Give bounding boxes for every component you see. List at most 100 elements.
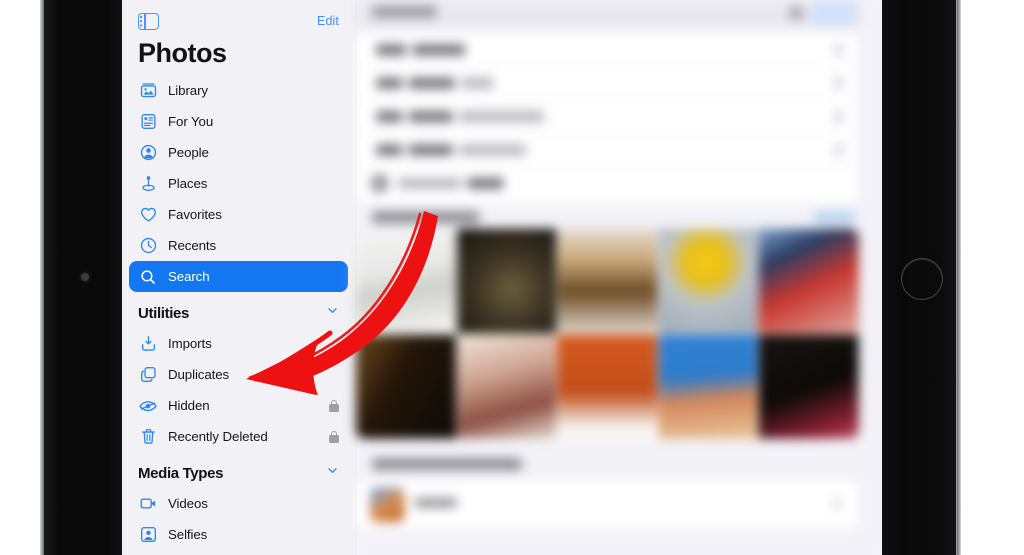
sidebar-item-places[interactable]: Places [129,168,348,199]
sidebar-group-media-types[interactable]: Media Types [122,458,355,488]
people-icon [138,143,158,163]
chevron-down-icon[interactable] [326,464,339,482]
sidebar-item-label: Imports [168,336,212,351]
sidebar-item-imports[interactable]: Imports [129,328,348,359]
row-text [461,77,494,89]
row-text [414,497,458,508]
photos-sidebar: Edit Photos Library For You People Place… [122,0,356,555]
row-text [408,111,454,123]
section-header-suggestions [372,458,522,471]
photo-tile[interactable] [355,334,456,439]
row-text [408,77,456,89]
chevron-right-icon [834,144,843,156]
screenshot-root: Edit Photos Library For You People Place… [0,0,1024,555]
device-screen: Edit Photos Library For You People Place… [122,0,882,555]
library-icon [138,81,158,101]
row-text [408,144,454,156]
row-text [412,44,466,56]
search-results-list [355,33,859,204]
sidebar-primary-list: Library For You People Places Favorites … [122,75,355,292]
sidebar-item-label: Recently Deleted [168,429,268,444]
for-you-icon [138,112,158,132]
sidebar-item-label: Duplicates [168,367,230,382]
photo-tile[interactable] [658,334,759,439]
photo-tile[interactable] [557,334,658,439]
sidebar-item-duplicates[interactable]: Duplicates [129,359,348,390]
row-text [376,44,407,56]
sidebar-item-library[interactable]: Library [129,75,348,106]
clock-icon [138,236,158,256]
row-text [398,177,462,189]
avatar [370,487,405,522]
home-button[interactable] [901,258,943,300]
places-pin-icon [138,174,158,194]
photo-tile[interactable] [456,228,557,334]
see-all-link[interactable] [814,211,855,224]
list-item[interactable] [356,167,859,200]
photo-tile[interactable] [658,228,759,334]
list-item[interactable] [355,66,859,100]
list-item[interactable] [355,133,859,167]
heart-icon [138,205,158,225]
lock-icon [329,430,339,443]
sidebar-toggle-icon[interactable] [138,12,159,30]
sidebar-group-utilities[interactable]: Utilities [122,298,355,328]
avatar [370,173,390,193]
search-placeholder [372,5,437,18]
sidebar-item-label: Selfies [168,527,208,542]
search-field[interactable] [355,0,862,28]
sidebar-item-hidden[interactable]: Hidden [129,390,348,421]
sidebar-item-label: Videos [168,496,208,511]
chevron-right-icon [834,111,843,123]
list-item[interactable] [355,33,859,67]
photo-tile[interactable] [355,228,456,334]
sidebar-item-selfies[interactable]: Selfies [129,519,348,550]
video-camera-icon [138,494,158,514]
edit-button[interactable]: Edit [317,14,339,28]
sidebar-item-label: People [168,145,209,160]
sidebar-group-title: Media Types [138,464,224,482]
chevron-right-icon [834,44,843,56]
sidebar-item-recents[interactable]: Recents [129,230,348,261]
sidebar-item-label: Hidden [168,398,210,413]
sidebar-item-label: Search [168,269,210,284]
sidebar-item-label: For You [168,114,214,129]
trash-icon [138,427,158,447]
photo-tile[interactable] [456,334,557,439]
section-header-photos [372,211,480,224]
sidebar-item-videos[interactable]: Videos [129,488,348,519]
device-edge-right [956,0,961,555]
suggestion-row[interactable] [355,480,859,529]
selfie-icon [138,525,158,545]
chevron-right-icon [832,497,841,509]
sidebar-item-label: Places [168,176,208,191]
cancel-button[interactable] [810,0,856,26]
list-item[interactable] [355,100,859,134]
sidebar-item-favorites[interactable]: Favorites [129,199,348,230]
chevron-right-icon [834,77,843,89]
front-camera [81,273,89,281]
eye-slash-icon [138,396,158,416]
photo-tile[interactable] [557,228,658,334]
sidebar-item-people[interactable]: People [129,137,348,168]
photo-tile[interactable] [759,334,859,439]
sidebar-item-label: Recents [168,238,217,253]
sidebar-item-label: Library [168,83,208,98]
sidebar-item-search[interactable]: Search [129,261,348,292]
sidebar-item-label: Favorites [168,207,222,222]
row-text [376,77,403,89]
photos-content-area [353,0,882,555]
duplicates-icon [138,365,158,385]
sidebar-item-for-you[interactable]: For You [129,106,348,137]
sidebar-topbar: Edit [122,0,355,34]
search-icon [138,267,158,287]
sidebar-item-recently-deleted[interactable]: Recently Deleted [129,421,348,452]
row-text [467,177,504,189]
lock-icon [329,399,339,412]
clear-icon[interactable] [789,5,804,20]
row-text [376,144,403,156]
row-text [459,111,545,123]
import-icon [138,334,158,354]
photo-tile[interactable] [759,228,859,334]
chevron-down-icon[interactable] [326,304,339,322]
